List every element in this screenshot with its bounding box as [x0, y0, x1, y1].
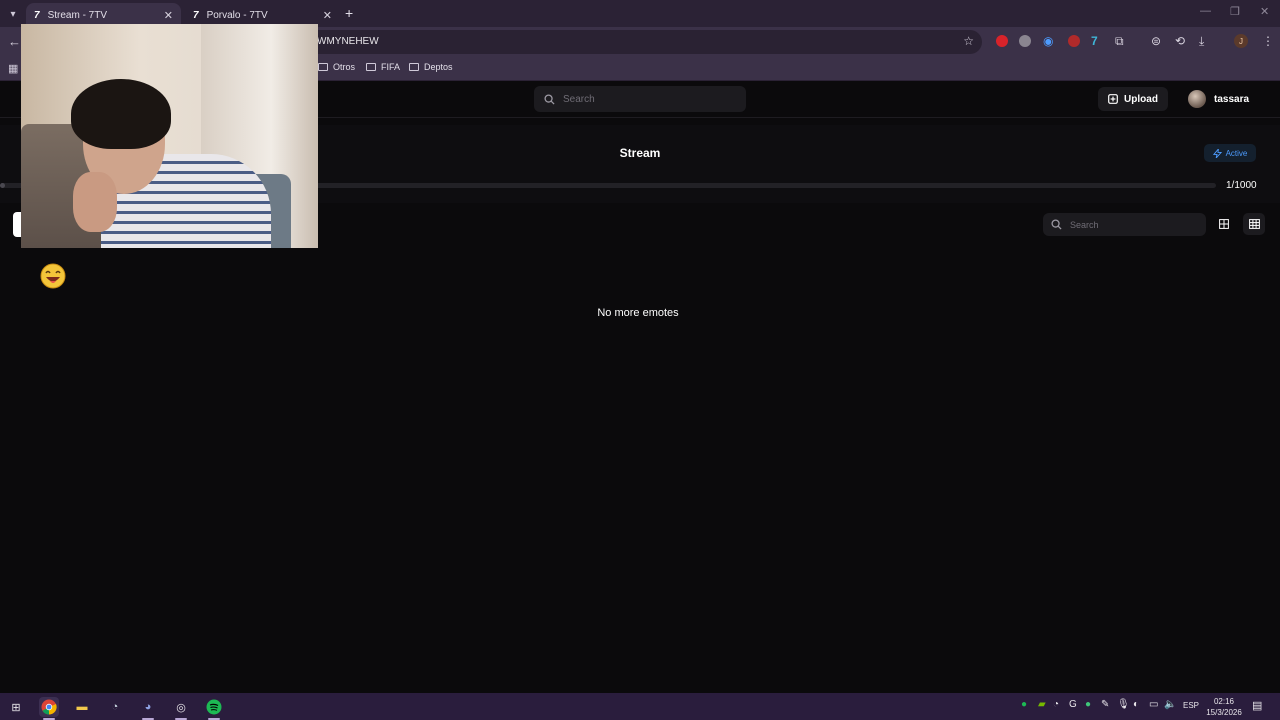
- window-close-icon[interactable]: ✕: [1260, 5, 1269, 18]
- webcam-person-hair: [71, 79, 171, 149]
- clock-time: 02:16: [1213, 697, 1235, 706]
- search-placeholder: Search: [563, 93, 595, 105]
- 7tv-logo-icon: 7: [34, 9, 40, 21]
- chrome-icon[interactable]: [39, 697, 59, 720]
- compact-grid-icon: [1248, 219, 1260, 229]
- steam-icon[interactable]: ◔: [105, 697, 125, 717]
- tab-search-chevron-icon[interactable]: ▾: [4, 5, 22, 23]
- chrome-logo: [41, 699, 57, 715]
- bookmark-label: Otros: [333, 62, 356, 72]
- tray-clock[interactable]: 02:16 15/3/2026: [1204, 696, 1244, 718]
- bookmark-folder-deptos[interactable]: Deptos: [409, 62, 453, 72]
- empty-message: No more emotes: [597, 307, 679, 319]
- folder-icon: [318, 63, 328, 71]
- start-windows-icon[interactable]: ⊞: [6, 697, 26, 717]
- emote-card[interactable]: [38, 261, 68, 291]
- webcam-person-hand: [73, 172, 117, 232]
- bookmark-label: Deptos: [424, 62, 453, 72]
- extension-7tv-icon[interactable]: 7: [1091, 34, 1098, 48]
- close-icon[interactable]: ✕: [323, 9, 332, 22]
- history-icon[interactable]: ⟲: [1175, 34, 1185, 48]
- emote-image: [40, 263, 66, 289]
- os-taskbar: ⊞ ▬ ◔ ◕ ◎ ● ▰ ◔ G ● ✎ 🎙 ◐ ▭ 🔈 ESP 02:16 …: [0, 693, 1280, 720]
- extensions-puzzle-icon[interactable]: ⧉: [1115, 34, 1124, 49]
- notification-icon[interactable]: ▤: [1252, 699, 1262, 712]
- back-arrow-icon[interactable]: ←: [8, 34, 21, 49]
- filter-placeholder: Search: [1070, 219, 1099, 230]
- apps-grid-icon[interactable]: ▦: [8, 62, 18, 75]
- menu-dots-icon[interactable]: ⋮: [1262, 34, 1274, 48]
- search-icon: [1051, 219, 1062, 230]
- extension-red-icon[interactable]: [996, 35, 1008, 47]
- capacity-progress-fill: [0, 183, 5, 188]
- grid-view-button[interactable]: [1213, 213, 1235, 235]
- tray-pen-icon[interactable]: ✎: [1101, 699, 1109, 710]
- bookmark-label: FIFA: [381, 62, 401, 72]
- tray-volume-icon[interactable]: 🔈: [1164, 699, 1176, 710]
- download-icon[interactable]: ⤓: [1199, 34, 1204, 49]
- extension-gray-icon[interactable]: [1019, 35, 1031, 47]
- tray-status-icon[interactable]: ●: [1085, 699, 1091, 710]
- discord-icon[interactable]: ◕: [138, 697, 158, 720]
- new-tab-button[interactable]: +: [345, 5, 353, 21]
- tray-network-icon[interactable]: ▭: [1149, 699, 1158, 710]
- tray-steam-small-icon[interactable]: ◐: [1133, 699, 1139, 710]
- bookmark-folder-otros[interactable]: Otros: [318, 62, 355, 72]
- folder-icon: [409, 63, 419, 71]
- minimize-icon[interactable]: —: [1200, 5, 1211, 17]
- tray-app-icon[interactable]: G: [1069, 699, 1077, 710]
- user-menu[interactable]: tassara: [1188, 90, 1249, 108]
- spotify-logo: [206, 699, 222, 715]
- tray-language[interactable]: ESP: [1183, 701, 1199, 710]
- compact-view-button[interactable]: [1243, 213, 1265, 235]
- username: tassara: [1214, 93, 1250, 105]
- spotify-icon[interactable]: [204, 697, 224, 720]
- tray-nvidia-icon[interactable]: ▰: [1038, 699, 1046, 710]
- extension-badge-icon[interactable]: [1068, 35, 1080, 47]
- lightning-icon: [1212, 148, 1222, 158]
- close-icon[interactable]: ✕: [164, 9, 173, 22]
- upload-label: Upload: [1124, 93, 1158, 105]
- tray-microphone-icon[interactable]: 🎙: [1117, 699, 1130, 710]
- status-label: Active: [1225, 148, 1248, 158]
- bookmark-star-icon[interactable]: ☆: [963, 34, 974, 48]
- webcam-overlay[interactable]: [21, 24, 318, 248]
- restore-icon[interactable]: ❐: [1230, 5, 1240, 18]
- capacity-count: 1/1000: [1226, 180, 1257, 191]
- tab-title: Stream - 7TV: [47, 9, 108, 21]
- avatar: [1188, 90, 1206, 108]
- extension-audio-icon[interactable]: ◉: [1043, 34, 1053, 48]
- profile-avatar[interactable]: J: [1234, 34, 1248, 48]
- obs-icon[interactable]: ◎: [171, 697, 191, 720]
- site-search-input[interactable]: Search: [534, 86, 746, 112]
- search-icon: [544, 93, 555, 105]
- status-badge: Active: [1204, 144, 1256, 162]
- browser-tab-bar: ▾ 7 Stream - 7TV ✕ 7 Porvalo - 7TV ✕ + —…: [0, 0, 1280, 27]
- side-tab-indicator[interactable]: [13, 212, 21, 237]
- folder-icon: [366, 63, 376, 71]
- grid-view-icon: [1219, 219, 1229, 229]
- clock-date: 15/3/2026: [1206, 708, 1242, 717]
- tray-steam-icon[interactable]: ◔: [1053, 699, 1059, 710]
- emote-filter-input[interactable]: Search: [1043, 213, 1206, 236]
- 7tv-logo-icon: 7: [193, 9, 199, 21]
- bookmark-folder-fifa[interactable]: FIFA: [366, 62, 400, 72]
- upload-button[interactable]: Upload: [1098, 87, 1168, 111]
- url-text: WMYNEHEW: [317, 36, 379, 47]
- tab-title: Porvalo - 7TV: [206, 9, 268, 21]
- tray-spotify-icon[interactable]: ●: [1021, 699, 1027, 710]
- upload-plus-icon: [1108, 94, 1118, 104]
- file-explorer-icon[interactable]: ▬: [72, 697, 92, 717]
- incognito-icon[interactable]: ⊜: [1151, 34, 1161, 48]
